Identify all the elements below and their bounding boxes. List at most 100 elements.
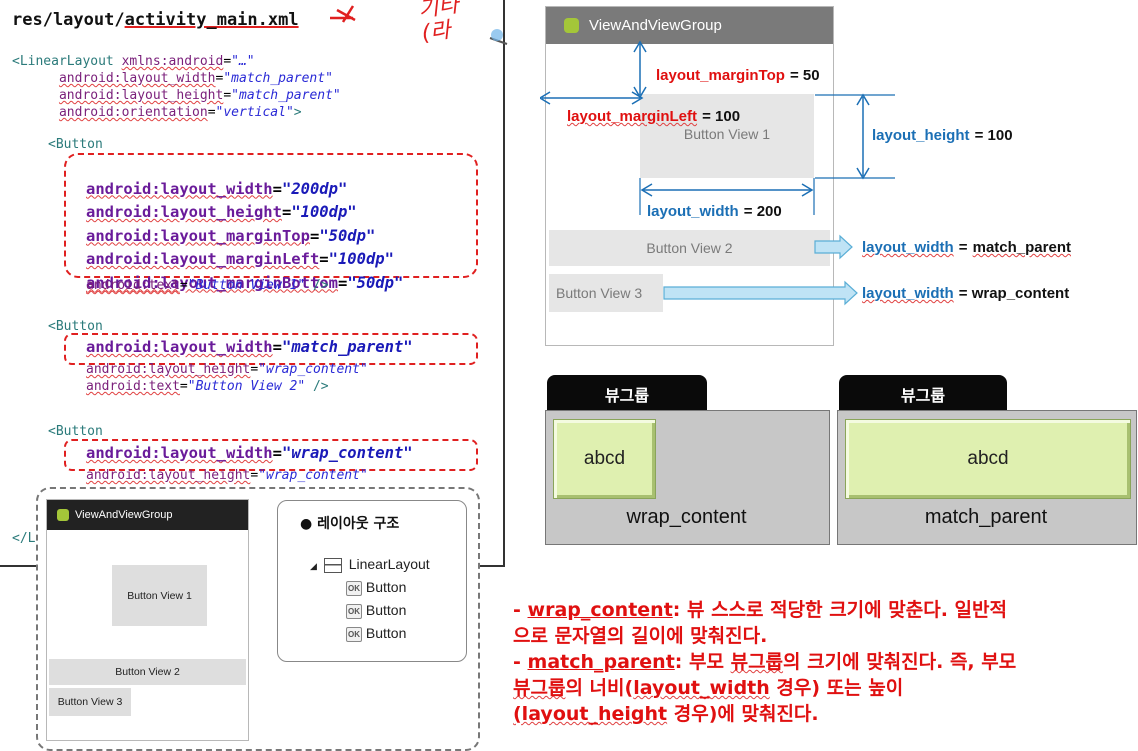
code-button3-rest: android:layout_height="wrap_content" <box>86 468 368 483</box>
width-match-value: match_parent <box>972 239 1071 256</box>
code-button1-text: android:text="Button View 1" /> <box>86 278 329 293</box>
code-val: "50dp" <box>347 273 404 292</box>
width-match-eq: = <box>958 239 968 256</box>
tree-child[interactable]: OK Button <box>346 579 406 596</box>
tree-root-label: LinearLayout <box>348 556 430 572</box>
expl-text: : 부모 <box>674 651 731 673</box>
code-button2-rest: android:layout_height="wrap_content" and… <box>86 362 368 394</box>
small-button-view-3[interactable]: Button View 3 <box>49 688 131 716</box>
code-val: "…" <box>231 54 255 69</box>
ok-button-icon: OK <box>346 626 362 642</box>
expl-text: 경우) 또는 높이 <box>769 677 904 699</box>
code-attr: android:layout_width <box>86 338 273 356</box>
code-attr: xmlns:android <box>121 54 224 69</box>
code-val: "Button View 1" <box>187 278 306 293</box>
code-tag-linear: <LinearLayout <box>12 54 114 69</box>
expl-dash: - <box>513 651 528 673</box>
code-val: "Button View 2" <box>187 379 306 394</box>
margin-top-annotation: layout_marginTop = 50 <box>656 65 820 84</box>
code-attr: android:layout_height <box>86 203 282 221</box>
code-attr: android:layout_marginLeft <box>86 250 320 268</box>
expl-text: : 뷰 스스로 적당한 크기에 맞춘다. 일반적 <box>672 599 1007 621</box>
expl-key-viewgroup: 뷰그룹 <box>513 677 566 699</box>
code-attr: android:layout_width <box>58 71 216 86</box>
explanation-line-5: (layout_height 경우)에 맞춰진다. <box>513 701 1016 727</box>
expl-text: 경우)에 맞춰진다. <box>667 703 819 725</box>
viewgroup-tab-2: 뷰그룹 <box>839 375 1007 412</box>
file-path-name: activity_main.xml <box>124 10 299 30</box>
code-val: "100dp" <box>291 203 357 221</box>
expl-text: 의 너비( <box>565 677 634 699</box>
code-tag-button: <Button <box>48 319 103 334</box>
small-button-view-3-label: Button View 3 <box>57 696 123 708</box>
height-value: = 100 <box>974 127 1013 144</box>
structure-title: ● 레이아웃 구조 <box>300 516 400 532</box>
viewgroup-tab-1-label: 뷰그룹 <box>604 385 650 405</box>
small-button-view-1-label: Button View 1 <box>127 589 192 602</box>
code-tag-end: </L <box>12 531 36 546</box>
width-value: = 200 <box>743 203 782 220</box>
code-tag-button: <Button <box>48 424 103 439</box>
tree-child[interactable]: OK Button <box>346 625 406 642</box>
margin-left-value: = 100 <box>702 108 741 125</box>
explanation-line-3: - match_parent: 부모 뷰그룹의 크기에 맞춰진다. 즉, 부모 <box>513 649 1016 675</box>
structure-panel: ● 레이아웃 구조 ◢ LinearLayout OK Button OK Bu… <box>277 500 467 662</box>
expl-key-height: (layout_height <box>513 703 668 725</box>
code-val: "match_parent" <box>231 88 341 103</box>
expl-key-wrap: wrap_content <box>527 599 673 621</box>
code-attr: android:layout_marginTop <box>86 226 310 245</box>
margin-top-label: layout_marginTop <box>656 67 785 84</box>
code-attr: android:text <box>86 379 180 394</box>
expl-key-viewgroup: 뷰그룹 <box>730 651 784 673</box>
code-tag-close: > <box>293 105 302 120</box>
viewgroup-1-button-label: abcd <box>583 448 626 469</box>
code-button1-attrs: android:layout_width="200dp" android:lay… <box>86 179 404 292</box>
code-val: "50dp" <box>319 226 376 245</box>
code-block-linearlayout: <LinearLayout xmlns:android="…" android:… <box>12 54 341 120</box>
android-icon <box>57 509 69 521</box>
expl-key-width: layout_width <box>633 677 770 699</box>
large-phone-titlebar: ViewAndViewGroup <box>546 7 833 44</box>
height-label: layout_height <box>872 127 970 144</box>
tree-child[interactable]: OK Button <box>346 602 406 619</box>
code-button2-width: android:layout_width="match_parent" <box>86 338 413 356</box>
code-val: "match_parent" <box>223 71 333 86</box>
code-val: "200dp" <box>281 179 348 198</box>
small-phone-titlebar: ViewAndViewGroup <box>47 500 248 530</box>
margin-left-label: layout_marginLeft <box>567 108 698 125</box>
small-button-view-2[interactable]: Button View 2 <box>49 659 246 685</box>
file-path-prefix: res/layout/ <box>12 10 125 30</box>
small-button-view-2-label: Button View 2 <box>115 666 180 678</box>
ok-button-icon: OK <box>346 580 362 596</box>
height-annotation: layout_height = 100 <box>872 125 1013 144</box>
width-wrap-annotation: layout_width = wrap_content <box>862 283 1069 302</box>
small-button-view-1[interactable]: Button View 1 <box>112 565 207 626</box>
handwriting-note: 기타 (라 <box>416 0 461 47</box>
large-phone-title: ViewAndViewGroup <box>589 17 722 34</box>
code-tag-close: /> <box>305 278 329 293</box>
code-attr: android:text <box>86 278 180 293</box>
code-val: "wrap_content" <box>281 444 413 462</box>
code-val: "100dp" <box>328 250 394 268</box>
tree-child-label: Button <box>365 579 407 595</box>
explanation-line-4: 뷰그룹의 너비(layout_width 경우) 또는 높이 <box>513 675 1016 701</box>
explanation-text: - wrap_content: 뷰 스스로 적당한 크기에 맞춘다. 일반적 으… <box>513 597 1016 727</box>
tree-expand-icon[interactable]: ◢ <box>310 561 317 571</box>
viewgroup-2-button-label: abcd <box>967 448 1009 469</box>
margin-top-value: = 50 <box>790 67 820 84</box>
code-button3-width: android:layout_width="wrap_content" <box>86 444 413 462</box>
ok-button-icon: OK <box>346 603 362 619</box>
expl-key-match: match_parent <box>527 651 675 673</box>
code-button3-open: <Button <box>48 423 103 440</box>
small-phone-title: ViewAndViewGroup <box>75 509 173 521</box>
viewgroup-2-button: abcd <box>845 419 1131 499</box>
code-tag-close: /> <box>305 379 329 394</box>
viewgroup-1-button: abcd <box>553 419 656 499</box>
code-attr: android:layout_width <box>86 444 273 462</box>
code-val: "match_parent" <box>281 338 413 356</box>
viewgroup-tab-1: 뷰그룹 <box>547 375 707 412</box>
viewgroup-tab-2-label: 뷰그룹 <box>900 385 946 405</box>
code-button1-open: <Button <box>48 136 103 153</box>
tree-root: ◢ LinearLayout <box>310 556 430 573</box>
file-path: res/layout/activity_main.xml <box>12 10 299 30</box>
